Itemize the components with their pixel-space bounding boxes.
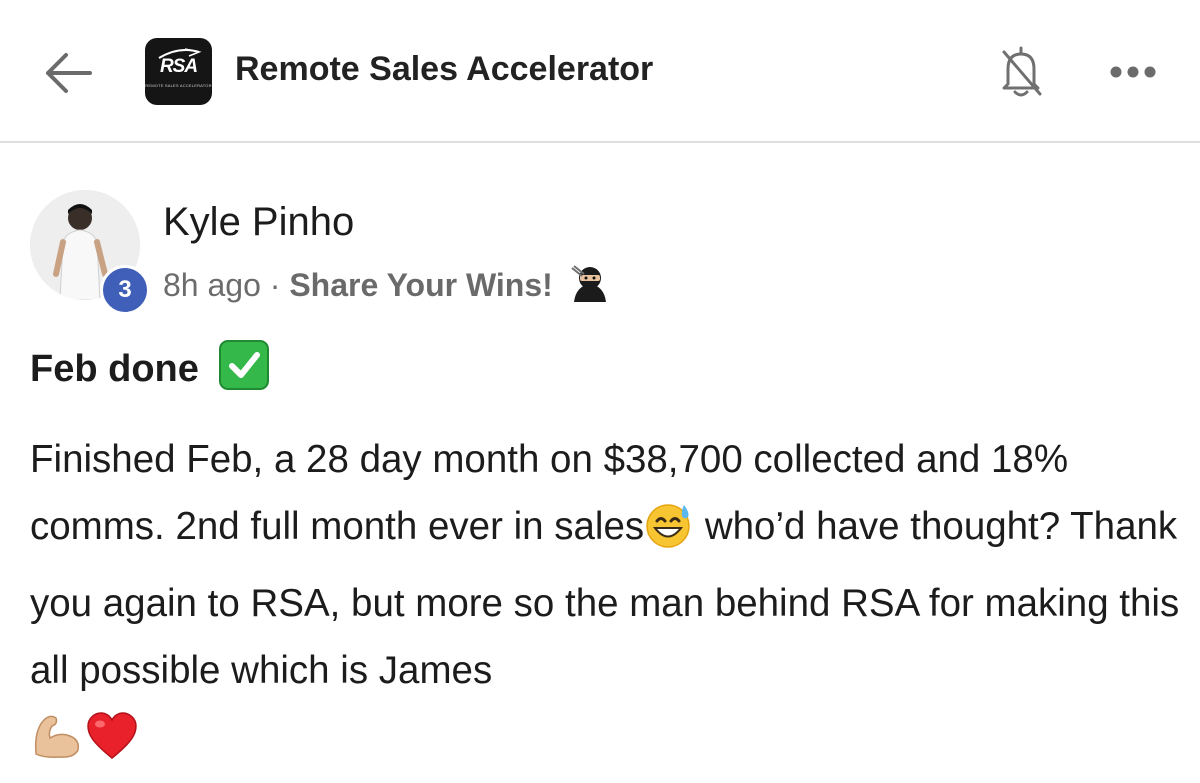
group-logo[interactable]: RSA REMOTE SALES ACCELERATOR: [145, 38, 212, 105]
post-body: Finished Feb, a 28 day month on $38,700 …: [30, 426, 1180, 781]
post-title: Feb done: [30, 340, 270, 391]
back-button[interactable]: [40, 50, 96, 96]
logo-subtext: REMOTE SALES ACCELERATOR: [145, 83, 212, 88]
bell-off-icon: [1002, 46, 1042, 97]
category-link[interactable]: Share Your Wins!: [289, 267, 552, 303]
author-name[interactable]: Kyle Pinho: [163, 200, 354, 245]
more-dots-icon: [1110, 66, 1156, 78]
level-badge: 3: [100, 265, 150, 315]
post-meta: 8h ago · Share Your Wins!: [163, 264, 610, 310]
post-time: 8h ago: [163, 267, 261, 303]
ninja-emoji-icon: [570, 264, 610, 310]
group-title[interactable]: Remote Sales Accelerator: [235, 50, 653, 89]
meta-separator: ·: [269, 267, 281, 303]
red-heart-emoji-icon: [86, 712, 138, 781]
grinning-sweat-emoji-icon: [644, 501, 694, 570]
flexed-biceps-emoji-icon: [30, 710, 86, 781]
logo-text: RSA: [159, 56, 198, 77]
group-header: RSA REMOTE SALES ACCELERATOR Remote Sale…: [0, 0, 1200, 143]
more-options-button[interactable]: [1108, 62, 1158, 82]
post-title-text: Feb done: [30, 348, 199, 390]
notifications-button[interactable]: [996, 44, 1046, 100]
check-mark-icon: [219, 340, 270, 390]
back-arrow-icon: [46, 53, 92, 93]
